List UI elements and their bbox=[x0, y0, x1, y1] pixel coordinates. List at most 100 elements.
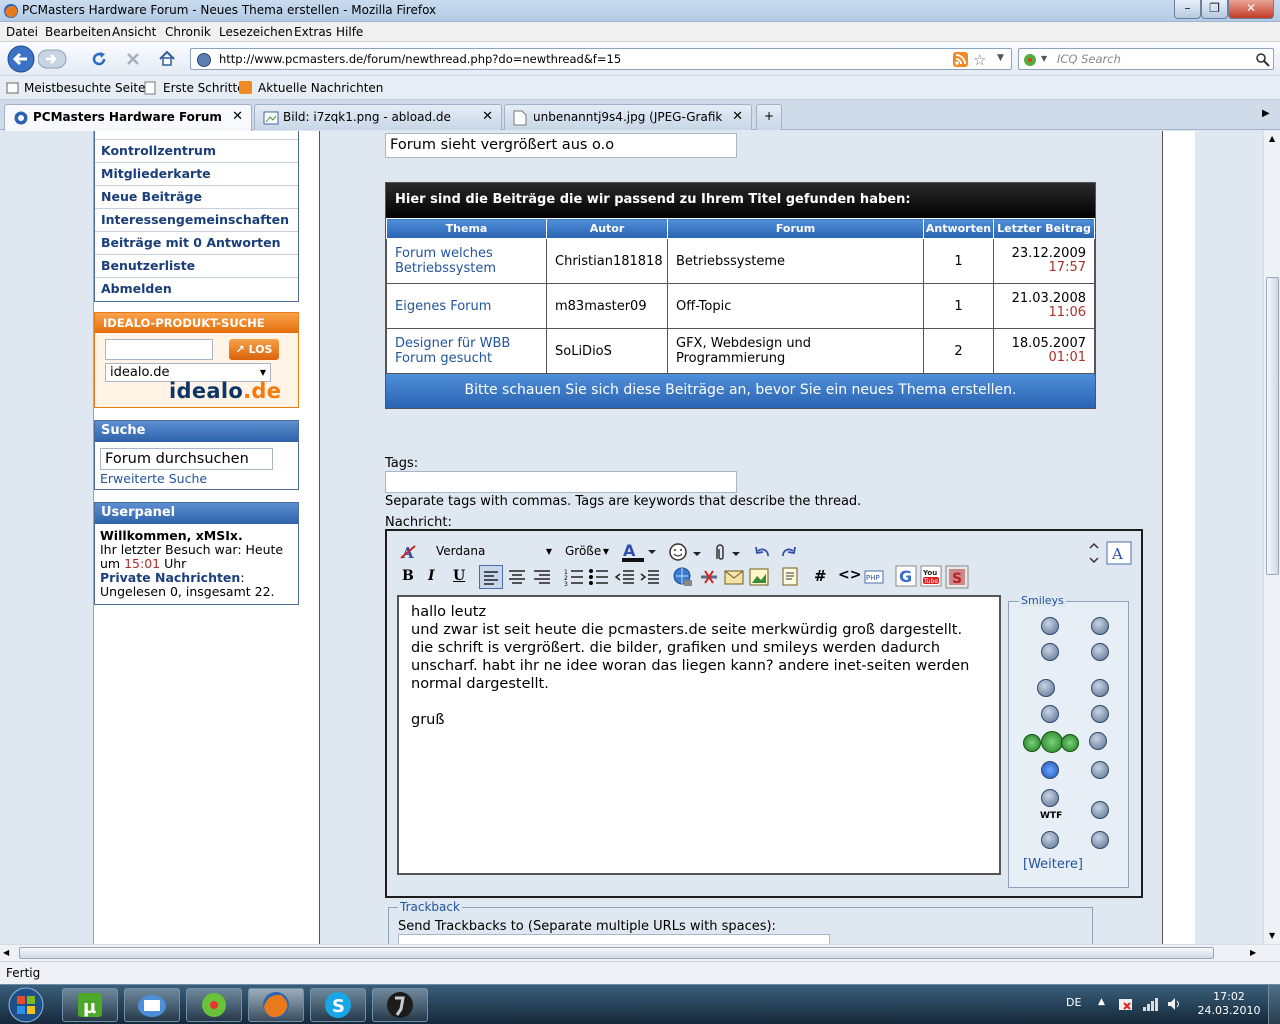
start-button[interactable] bbox=[4, 986, 48, 1024]
youtube-icon[interactable]: You Tube bbox=[920, 565, 942, 587]
smiley-happy-icon[interactable] bbox=[1041, 705, 1059, 723]
advanced-search-link[interactable]: Erweiterte Suche bbox=[100, 471, 207, 486]
google-icon[interactable]: G bbox=[895, 565, 917, 587]
smiley-wave-icon[interactable] bbox=[1091, 801, 1109, 819]
minimize-button[interactable]: – bbox=[1174, 0, 1201, 19]
thread-link[interactable]: Forum welches Betriebssystem bbox=[386, 238, 547, 284]
align-right-icon[interactable] bbox=[531, 566, 553, 588]
font-select[interactable]: Verdana ▼ bbox=[429, 541, 556, 562]
horizontal-scrollbar[interactable]: ◀ ▶ bbox=[0, 944, 1280, 961]
vertical-scrollbar[interactable]: ▲ ▼ bbox=[1263, 131, 1280, 944]
scroll-up-icon[interactable]: ▲ bbox=[1269, 134, 1275, 143]
bold-button[interactable]: B bbox=[402, 568, 414, 584]
taskbar-counter-strike[interactable] bbox=[372, 988, 428, 1022]
spoiler-icon[interactable]: S bbox=[945, 565, 969, 589]
close-tab-icon[interactable]: ✕ bbox=[732, 109, 743, 124]
switch-mode-icon[interactable]: A bbox=[1106, 541, 1132, 565]
indent-icon[interactable] bbox=[639, 566, 661, 588]
taskbar-mail[interactable] bbox=[124, 988, 180, 1022]
code-icon[interactable]: <> bbox=[838, 567, 861, 583]
smiley-shocked-icon[interactable] bbox=[1091, 679, 1109, 697]
search-input[interactable]: ICQ Search bbox=[1057, 52, 1121, 66]
close-tab-icon[interactable]: ✕ bbox=[482, 109, 493, 124]
attachment-icon[interactable] bbox=[710, 543, 742, 563]
resize-editor-icon[interactable] bbox=[1087, 542, 1101, 564]
smiley-cool-icon[interactable] bbox=[1041, 617, 1059, 635]
idealo-los-button[interactable]: ↗ LOS bbox=[229, 339, 279, 360]
sidebar-link-beitraege-0-antworten[interactable]: Beiträge mit 0 Antworten bbox=[95, 232, 298, 255]
icq-search-icon[interactable] bbox=[1022, 52, 1038, 68]
menu-hilfe[interactable]: Hilfe bbox=[336, 25, 363, 39]
smiley-sick-icon[interactable] bbox=[1037, 679, 1055, 697]
italic-button[interactable]: I bbox=[428, 568, 435, 584]
tab-scroll-icon[interactable]: ▶ bbox=[1262, 108, 1270, 119]
show-desktop-button[interactable] bbox=[1268, 985, 1280, 1024]
site-identity-icon[interactable] bbox=[196, 52, 212, 68]
url-text[interactable]: http://www.pcmasters.de/forum/newthread.… bbox=[219, 52, 621, 66]
menu-datei[interactable]: Datei bbox=[6, 25, 38, 39]
align-center-icon[interactable] bbox=[506, 566, 528, 588]
underline-button[interactable]: U bbox=[453, 568, 465, 584]
search-box[interactable]: ▼ ICQ Search bbox=[1018, 48, 1274, 70]
bookmark-erste-schritte[interactable]: Erste Schritte bbox=[163, 81, 245, 95]
maximize-button[interactable]: ❐ bbox=[1201, 0, 1228, 19]
thread-link[interactable]: Eigenes Forum bbox=[386, 283, 547, 329]
quote-icon[interactable] bbox=[780, 566, 802, 588]
tab-abload[interactable]: Bild: i7zqk1.png - abload.de ✕ bbox=[254, 104, 502, 130]
message-textarea[interactable]: hallo leutz und zwar ist seit heute die … bbox=[397, 595, 1001, 875]
align-left-icon[interactable] bbox=[479, 565, 503, 589]
bookmark-aktuelle-nachrichten[interactable]: Aktuelle Nachrichten bbox=[258, 81, 383, 95]
smiley-cheer-right-icon[interactable] bbox=[1061, 734, 1079, 752]
idealo-search-input[interactable] bbox=[105, 339, 213, 360]
scroll-right-icon[interactable]: ▶ bbox=[1250, 948, 1256, 957]
more-smileys-link[interactable]: [Weitere] bbox=[1023, 857, 1083, 872]
trackback-input[interactable] bbox=[398, 934, 830, 944]
sidebar-link-mitgliederkarte[interactable]: Mitgliederkarte bbox=[95, 163, 298, 186]
close-window-button[interactable]: ✕ bbox=[1228, 0, 1274, 19]
smiley-tongue-icon[interactable] bbox=[1091, 643, 1109, 661]
menu-chronik[interactable]: Chronik bbox=[165, 25, 211, 39]
sidebar-link-benutzerliste[interactable]: Benutzerliste bbox=[95, 255, 298, 278]
undo-icon[interactable] bbox=[754, 545, 772, 559]
forward-button[interactable] bbox=[38, 49, 68, 69]
url-dropdown-icon[interactable]: ▼ bbox=[997, 53, 1004, 63]
ordered-list-icon[interactable]: 123 bbox=[563, 566, 585, 588]
show-hidden-icons-icon[interactable]: ▲ bbox=[1098, 997, 1105, 1007]
tab-jpeg[interactable]: unbenanntj9s4.jpg (JPEG-Grafik, 14... ✕ bbox=[504, 104, 752, 130]
thread-link[interactable]: Designer für WBB Forum gesucht bbox=[386, 328, 547, 374]
redo-icon[interactable] bbox=[779, 545, 797, 559]
volume-icon[interactable] bbox=[1166, 996, 1182, 1012]
sidebar-link-interessengemeinschaften[interactable]: Interessengemeinschaften bbox=[95, 209, 298, 232]
insert-link-icon[interactable] bbox=[672, 566, 694, 588]
wrap-tag-hash-button[interactable]: # bbox=[814, 567, 827, 585]
search-engine-dropdown-icon[interactable]: ▼ bbox=[1041, 54, 1047, 63]
taskbar-firefox[interactable] bbox=[248, 988, 304, 1022]
smiley-menu-icon[interactable] bbox=[669, 543, 703, 563]
sidebar-link-abmelden[interactable]: Abmelden bbox=[95, 278, 298, 301]
tray-security-icon[interactable] bbox=[1118, 996, 1134, 1012]
taskbar-utorrent[interactable]: µ bbox=[62, 988, 118, 1022]
menu-bearbeiten[interactable]: Bearbeiten bbox=[45, 25, 111, 39]
bookmark-star-icon[interactable]: ☆ bbox=[973, 51, 986, 69]
smiley-thinking-icon[interactable] bbox=[1089, 732, 1107, 750]
stop-icon[interactable] bbox=[125, 51, 141, 67]
smiley-sad-icon[interactable] bbox=[1091, 831, 1109, 849]
vertical-scroll-thumb[interactable] bbox=[1266, 277, 1279, 575]
smiley-wtf-icon[interactable] bbox=[1041, 789, 1059, 807]
private-messages-link[interactable]: Private Nachrichten bbox=[100, 570, 240, 585]
sidebar-link-neue-beitraege[interactable]: Neue Beiträge bbox=[95, 186, 298, 209]
smiley-dizzy-icon[interactable] bbox=[1041, 643, 1059, 661]
smiley-angry-icon[interactable] bbox=[1041, 761, 1059, 779]
tab-pcmasters[interactable]: PCMasters Hardware Forum - Ne... ✕ bbox=[4, 104, 252, 131]
menu-lesezeichen[interactable]: Lesezeichen bbox=[219, 25, 293, 39]
network-signal-icon[interactable] bbox=[1142, 996, 1158, 1012]
back-button[interactable] bbox=[6, 45, 38, 73]
tags-input[interactable] bbox=[385, 471, 737, 493]
taskbar-icq[interactable] bbox=[186, 988, 242, 1022]
horizontal-scroll-thumb[interactable] bbox=[19, 947, 1214, 959]
thread-title-input[interactable]: Forum sieht vergrößert aus o.o bbox=[385, 133, 737, 158]
smiley-smile-icon[interactable] bbox=[1091, 617, 1109, 635]
insert-image-icon[interactable] bbox=[748, 566, 770, 588]
smiley-worried-icon[interactable] bbox=[1091, 761, 1109, 779]
taskbar-skype[interactable]: S bbox=[310, 988, 366, 1022]
